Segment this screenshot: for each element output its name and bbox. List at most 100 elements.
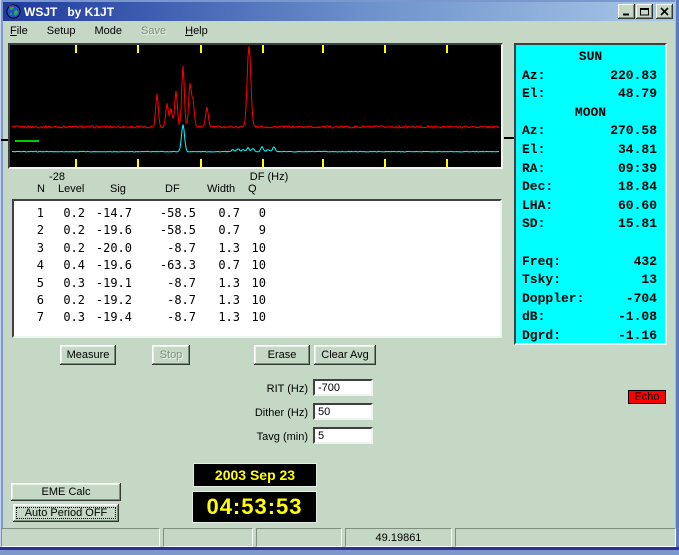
erase-button[interactable]: Erase (254, 345, 310, 365)
maximize-button[interactable] (636, 4, 653, 19)
table-cell: 10 (240, 310, 266, 324)
table-row: 30.2-20.0-8.71.310 (14, 241, 500, 258)
table-cell: -14.7 (85, 206, 132, 220)
table-cell: 0.4 (44, 258, 85, 272)
table-row: 70.3-19.4-8.71.310 (14, 310, 500, 327)
table-cell: -20.0 (85, 241, 132, 255)
astro-value: 09:39 (618, 161, 657, 180)
echo-mode-badge: Echo (628, 390, 666, 404)
table-cell: 0.2 (44, 206, 85, 220)
astro-label: dB: (522, 309, 545, 328)
table-cell: 10 (240, 258, 266, 272)
spectrum-plot (10, 45, 501, 167)
table-cell: 10 (240, 241, 266, 255)
frequency-axis-label: DF (Hz) (240, 171, 298, 183)
column-header-n: N (37, 183, 45, 195)
table-cell: -19.4 (85, 310, 132, 324)
close-icon (660, 7, 669, 16)
rit-input[interactable] (313, 379, 373, 396)
rit-label: RIT (Hz) (226, 381, 308, 398)
astro-label: Az: (522, 123, 545, 142)
minimize-button[interactable] (618, 4, 635, 19)
table-cell: 0.3 (44, 310, 85, 324)
table-row: 50.3-19.1-8.71.310 (14, 276, 500, 293)
menu-item-help[interactable]: Help (185, 23, 208, 39)
frequency-tick-label: -28 (40, 171, 74, 183)
astro-label: RA: (522, 161, 545, 180)
measurement-list[interactable]: 10.2-14.7-58.50.7020.2-19.6-58.50.7930.2… (12, 199, 502, 338)
table-cell: -19.6 (85, 258, 132, 272)
column-header-level: Level (58, 183, 84, 195)
status-panel-1 (1, 528, 160, 547)
table-row: 40.4-19.6-63.30.710 (14, 258, 500, 275)
menu-bar: FileSetupModeSaveHelp (3, 21, 675, 41)
astro-label: El: (522, 86, 545, 105)
astro-section-sun: SUN (516, 49, 665, 68)
astro-value: 270.58 (610, 123, 657, 142)
astro-value: 13 (641, 272, 657, 291)
dither-label: Dither (Hz) (226, 405, 308, 422)
table-cell: 4 (14, 258, 44, 272)
astro-section-moon: MOON (516, 105, 665, 124)
column-header-width: Width (207, 183, 235, 195)
astro-value: 34.81 (618, 142, 657, 161)
minimize-icon (621, 7, 632, 16)
window-title: WSJT by K1JT (24, 5, 617, 19)
table-cell: 1 (14, 206, 44, 220)
axis-marker-left (1, 139, 8, 141)
table-cell: -8.7 (132, 293, 196, 307)
astro-row-az: Az: 270.58 (516, 123, 665, 142)
clear-avg-button[interactable]: Clear Avg (314, 345, 376, 365)
table-row: 20.2-19.6-58.50.79 (14, 223, 500, 240)
table-cell: 0.7 (196, 258, 240, 272)
astro-label: Doppler: (522, 291, 584, 310)
table-cell: -58.5 (132, 206, 196, 220)
globe-icon (6, 4, 21, 19)
astro-row-doppler: Doppler:-704 (516, 291, 665, 310)
astro-label: Tsky: (522, 272, 561, 291)
table-cell: -19.6 (85, 223, 132, 237)
measure-button[interactable]: Measure (60, 345, 116, 365)
table-cell: 1.3 (196, 241, 240, 255)
date-display: 2003 Sep 23 (193, 463, 317, 487)
status-panel-3 (256, 528, 342, 547)
table-cell: 0.7 (196, 206, 240, 220)
astro-row-dgrd: Dgrd:-1.16 (516, 328, 665, 345)
table-cell: 0.7 (196, 223, 240, 237)
astro-row-az: Az:220.83 (516, 68, 665, 87)
dither-input[interactable] (313, 403, 373, 420)
title-bar[interactable]: WSJT by K1JT (3, 2, 675, 21)
table-cell: 7 (14, 310, 44, 324)
astro-value: -1.16 (618, 328, 657, 345)
menu-item-setup[interactable]: Setup (47, 23, 76, 39)
table-cell: 6 (14, 293, 44, 307)
table-cell: -19.1 (85, 276, 132, 290)
table-cell: 0.3 (44, 276, 85, 290)
astro-label: Az: (522, 68, 545, 87)
close-button[interactable] (656, 4, 673, 19)
astro-label: SD: (522, 216, 545, 235)
auto-period-button[interactable]: Auto Period OFF (13, 504, 119, 522)
tavg-label: Tavg (min) (226, 429, 308, 446)
status-panel-4: 49.19861 (345, 528, 452, 547)
astro-value: 432 (634, 254, 657, 273)
window-border-right (675, 0, 679, 555)
astro-label: LHA: (522, 198, 553, 217)
table-cell: 1.3 (196, 276, 240, 290)
menu-item-mode[interactable]: Mode (95, 23, 123, 39)
table-cell: 0 (240, 206, 266, 220)
stop-button[interactable]: Stop (152, 345, 190, 365)
menu-item-file[interactable]: File (10, 23, 28, 39)
status-panel-2 (163, 528, 253, 547)
table-cell: 3 (14, 241, 44, 255)
window-border-left (0, 0, 3, 555)
astro-data-panel: SUNAz:220.83El:48.79MOONAz:270.58El:34.8… (514, 43, 667, 345)
status-bar: 49.19861 (0, 528, 679, 547)
astro-row-el: El:34.81 (516, 142, 665, 161)
table-cell: -58.5 (132, 223, 196, 237)
tavg-input[interactable] (313, 427, 373, 444)
astro-row-ra: RA: 09:39 (516, 161, 665, 180)
table-cell: -8.7 (132, 276, 196, 290)
column-header-sig: Sig (110, 183, 126, 195)
eme-calc-button[interactable]: EME Calc (11, 483, 121, 501)
